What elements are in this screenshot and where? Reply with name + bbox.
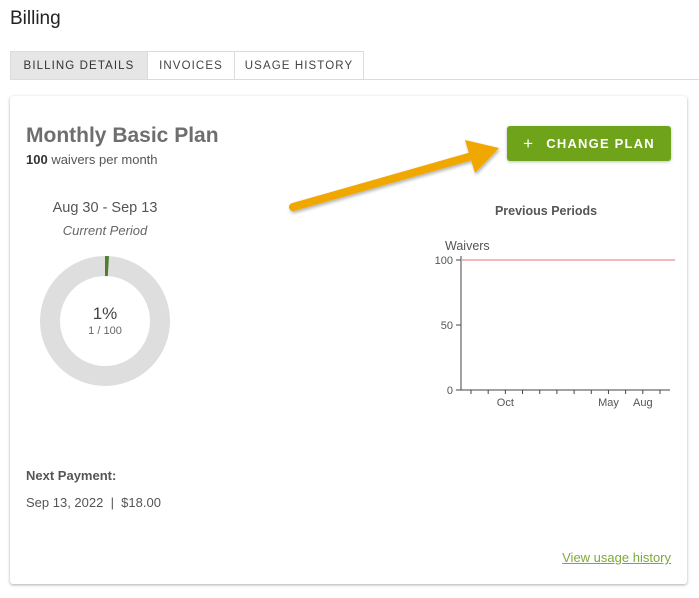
previous-periods-chart: Waivers 0 50 100 Oct May Aug — [435, 239, 675, 409]
plus-icon: + — [523, 133, 535, 153]
tab-billing-details[interactable]: BILLING DETAILS — [10, 51, 148, 79]
y-tick-label: 50 — [441, 320, 453, 332]
chart-title: Previous Periods — [494, 204, 598, 218]
tab-bar: BILLING DETAILS INVOICES USAGE HISTORY — [10, 51, 364, 79]
plan-waiver-count: 100 — [26, 152, 48, 167]
plan-name: Monthly Basic Plan — [26, 124, 219, 147]
usage-count: 1 / 100 — [88, 325, 122, 337]
view-usage-history-link[interactable]: View usage history — [562, 550, 671, 565]
page-title: Billing — [10, 8, 61, 29]
next-payment-value: Sep 13, 2022 | $18.00 — [26, 495, 161, 510]
y-axis-label: Waivers — [445, 239, 490, 253]
x-tick-label: May — [598, 397, 619, 409]
period-range: Aug 30 - Sep 13 — [52, 200, 158, 216]
tab-invoices[interactable]: INVOICES — [147, 51, 235, 79]
period-label: Current Period — [62, 223, 148, 238]
x-tick-label: Oct — [497, 397, 514, 409]
next-payment-label: Next Payment: — [26, 468, 117, 483]
plan-waiver-suffix: waivers per month — [47, 152, 158, 167]
x-tick-label: Aug — [633, 397, 653, 409]
plan-waivers: 100 waivers per month — [26, 152, 158, 167]
change-plan-label: CHANGE PLAN — [546, 136, 655, 151]
tabs-divider — [10, 79, 699, 80]
usage-percent: 1% — [92, 304, 118, 323]
y-tick-label: 0 — [447, 385, 453, 397]
billing-card: Monthly Basic Plan 100 waivers per month… — [10, 96, 687, 584]
billing-page: Billing BILLING DETAILS INVOICES USAGE H… — [0, 0, 699, 598]
y-tick-label: 100 — [435, 255, 453, 267]
tab-usage-history[interactable]: USAGE HISTORY — [234, 51, 364, 79]
change-plan-button[interactable]: + CHANGE PLAN — [507, 126, 671, 161]
